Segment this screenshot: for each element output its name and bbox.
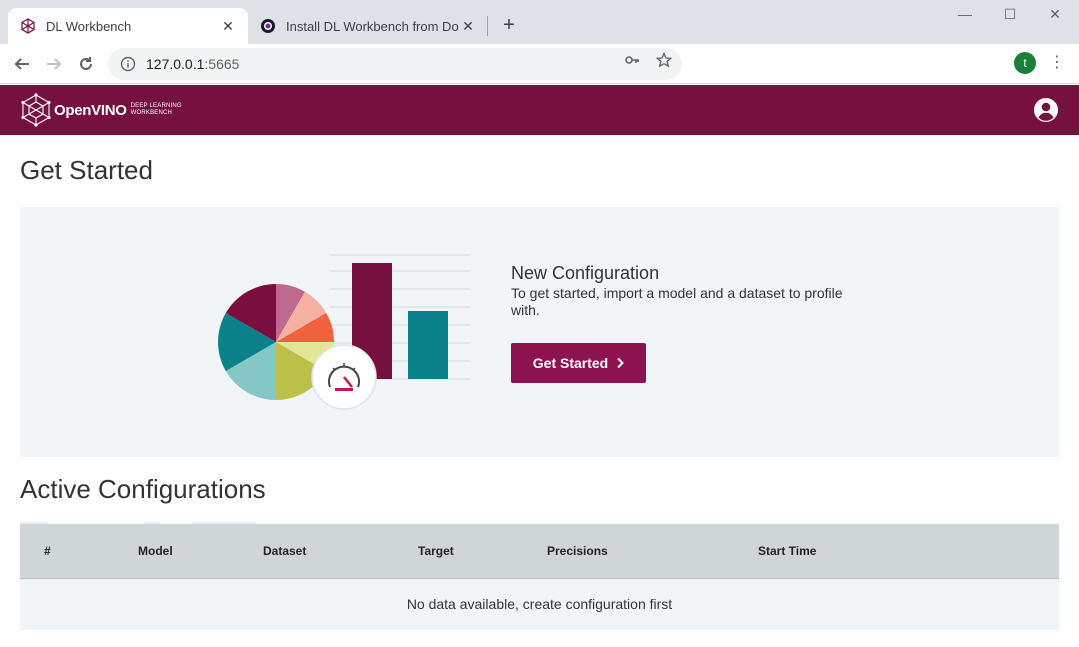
tab-dl-workbench[interactable]: DL Workbench ✕ — [8, 8, 248, 44]
column-header-model[interactable]: Model — [138, 544, 173, 558]
illustration-bar-2 — [408, 311, 448, 379]
url-host: 127.0.0.1 — [146, 56, 205, 72]
browser-tab-strip: DL Workbench ✕ Install DL Workbench from… — [0, 0, 1079, 44]
column-header-dataset[interactable]: Dataset — [263, 544, 306, 558]
chevron-right-icon — [617, 357, 625, 369]
empty-table-message: No data available, create configuration … — [20, 579, 1059, 630]
app-header: OpenVINO DEEP LEARNING WORKBENCH — [0, 85, 1079, 135]
openvino-logo-icon — [21, 93, 51, 127]
column-header-start-time[interactable]: Start Time — [758, 544, 816, 558]
active-configurations-table: # Model Dataset Target Precisions Start … — [20, 524, 1059, 630]
close-tab-icon[interactable]: ✕ — [460, 18, 476, 34]
profile-avatar[interactable]: t — [1014, 52, 1036, 74]
maximize-icon[interactable]: ☐ — [995, 6, 1025, 26]
new-tab-icon[interactable]: + — [498, 14, 520, 36]
openvino-favicon-icon — [21, 18, 35, 34]
info-icon[interactable] — [120, 56, 136, 72]
tab-title: DL Workbench — [46, 18, 132, 34]
column-header-target[interactable]: Target — [418, 544, 454, 558]
column-header-number[interactable]: # — [44, 544, 51, 558]
logo-brand: OpenVINO — [54, 101, 127, 119]
logo-subtitle-line2: WORKBENCH — [130, 110, 173, 116]
logo-subtitle: DEEP LEARNING WORKBENCH — [131, 103, 182, 117]
window-close-icon[interactable]: ✕ — [1040, 6, 1070, 26]
close-tab-icon[interactable]: ✕ — [220, 18, 236, 34]
get-started-button[interactable]: Get Started — [511, 343, 646, 383]
new-configuration-title: New Configuration — [511, 263, 660, 283]
column-header-precisions[interactable]: Precisions — [547, 544, 608, 558]
bookmark-star-icon[interactable] — [656, 52, 672, 68]
tab-separator — [487, 16, 488, 36]
back-arrow-icon[interactable] — [8, 50, 36, 78]
page-title: Get Started — [20, 155, 153, 185]
reload-icon[interactable] — [72, 50, 100, 78]
new-configuration-description: To get started, import a model and a dat… — [511, 285, 843, 318]
openvino-logo[interactable]: OpenVINO DEEP LEARNING WORKBENCH — [20, 91, 182, 129]
circle-favicon-icon — [261, 19, 275, 33]
tab-title: Install DL Workbench from Do — [286, 18, 459, 34]
new-configuration-panel: New Configuration To get started, import… — [20, 207, 1059, 457]
key-icon[interactable] — [624, 52, 640, 68]
configuration-illustration — [218, 254, 470, 410]
account-circle-icon[interactable] — [1033, 97, 1059, 123]
browser-menu-icon[interactable]: ⋮ — [1048, 52, 1066, 74]
active-configurations-title: Active Configurations — [20, 474, 266, 504]
tab-install-dl-workbench[interactable]: Install DL Workbench from Do ✕ — [248, 8, 488, 44]
forward-arrow-icon[interactable] — [40, 50, 68, 78]
logo-subtitle-line1: DEEP LEARNING — [130, 103, 182, 109]
minimize-icon[interactable]: — — [950, 6, 980, 26]
table-header: # Model Dataset Target Precisions Start … — [20, 524, 1059, 579]
address-bar[interactable]: 127.0.0.1:5665 — [108, 48, 682, 80]
url-port: :5665 — [204, 56, 240, 72]
get-started-button-label: Get Started — [532, 355, 609, 371]
browser-toolbar: 127.0.0.1:5665 t ⋮ — [0, 44, 1079, 84]
